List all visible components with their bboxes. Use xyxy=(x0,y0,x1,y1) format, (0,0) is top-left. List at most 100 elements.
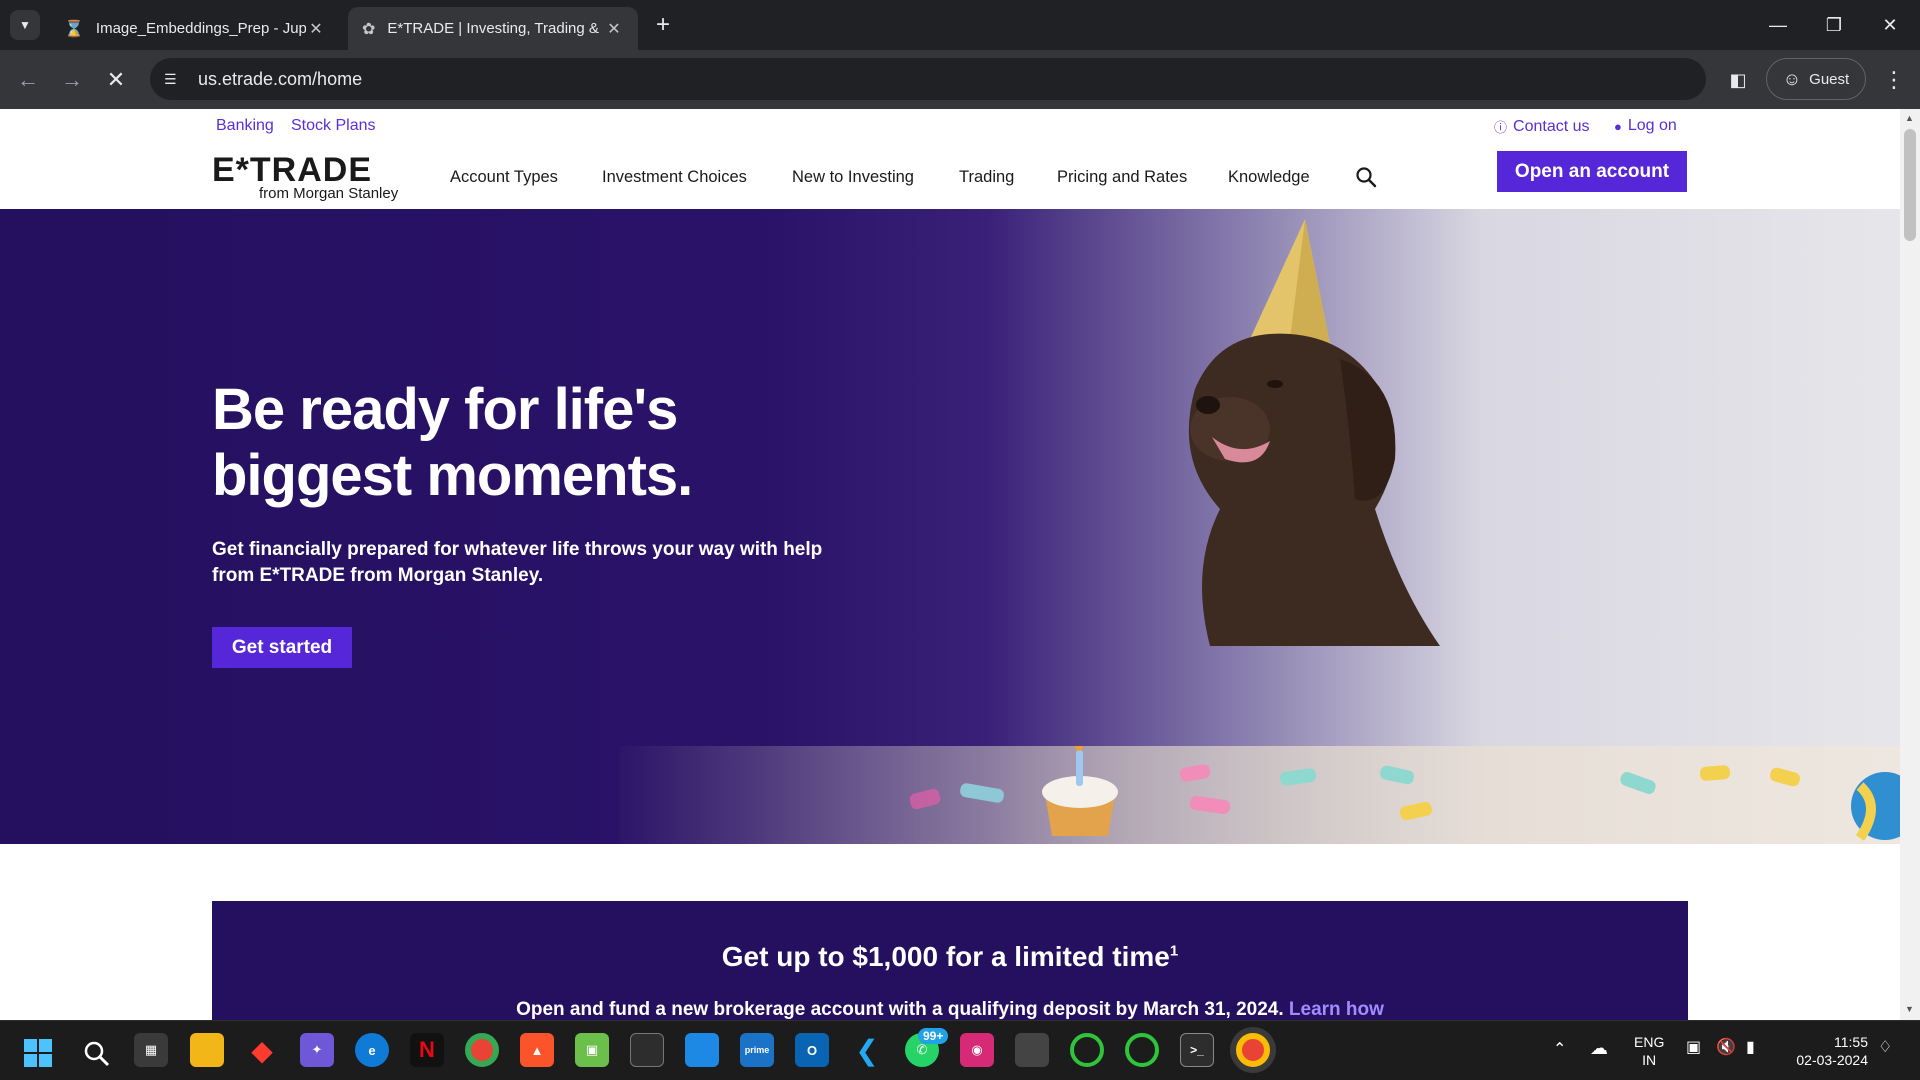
time-label: 11:55 xyxy=(1834,1034,1868,1050)
close-icon[interactable]: ✕ xyxy=(604,19,624,39)
prime-video-icon[interactable]: prime xyxy=(740,1033,774,1067)
hero-title: Be ready for life's biggest moments. xyxy=(212,377,693,509)
learn-how-link[interactable]: Learn how xyxy=(1289,999,1384,1020)
restore-button[interactable]: ❐ xyxy=(1806,0,1862,50)
stop-loading-button[interactable]: ✕ xyxy=(100,64,132,96)
banking-link[interactable]: Banking xyxy=(216,117,274,135)
nav-account-types[interactable]: Account Types xyxy=(450,168,558,187)
close-window-button[interactable]: ✕ xyxy=(1862,0,1918,50)
minimize-button[interactable]: — xyxy=(1750,0,1806,50)
open-account-button[interactable]: Open an account xyxy=(1497,151,1687,192)
microsoft-store-icon[interactable]: ▦ xyxy=(134,1033,168,1067)
menu-button[interactable]: ⋮ xyxy=(1878,64,1910,96)
url-input[interactable] xyxy=(198,68,1598,90)
command-prompt-icon[interactable]: >_ xyxy=(1180,1033,1214,1067)
volume-muted-icon[interactable]: 🔇 xyxy=(1716,1039,1736,1057)
scrollbar-thumb[interactable] xyxy=(1904,129,1916,241)
get-started-button[interactable]: Get started xyxy=(212,627,352,668)
onedrive-icon[interactable]: ☁ xyxy=(1590,1039,1608,1057)
user-circle-icon: ☺ xyxy=(1782,68,1802,89)
minimize-icon: — xyxy=(1769,14,1787,35)
scroll-up-icon[interactable]: ▲ xyxy=(1905,113,1914,123)
search-icon[interactable] xyxy=(82,1039,110,1067)
log-on-link[interactable]: ● Log on xyxy=(1614,117,1677,135)
chevron-down-icon: ▼ xyxy=(19,18,31,32)
chrome-icon[interactable] xyxy=(465,1033,499,1067)
image-viewer-icon[interactable]: ▣ xyxy=(575,1033,609,1067)
hero-title-line-2: biggest moments. xyxy=(212,443,693,508)
vscode-icon[interactable]: ❮ xyxy=(850,1033,884,1067)
close-icon: ✕ xyxy=(106,67,126,92)
stock-plans-link[interactable]: Stock Plans xyxy=(291,117,375,135)
clock[interactable]: 11:55 02-03-2024 xyxy=(1788,1033,1868,1069)
promo-banner: Get up to $1,000 for a limited time1 Ope… xyxy=(212,901,1688,1020)
help-circle-icon: ⓘ xyxy=(1494,120,1508,135)
promo-body: Open and fund a new brokerage account wi… xyxy=(212,999,1688,1020)
footnote-marker[interactable]: 1 xyxy=(1170,943,1178,960)
arrow-left-icon: ← xyxy=(17,67,39,92)
region-label: IN xyxy=(1642,1052,1657,1068)
promo-title: Get up to $1,000 for a limited time1 xyxy=(212,941,1688,973)
terminal-icon[interactable] xyxy=(630,1033,664,1067)
brave-icon[interactable]: ▲ xyxy=(520,1033,554,1067)
profile-button[interactable]: ☺ Guest xyxy=(1766,58,1866,100)
page-scrollbar[interactable]: ▲ ▼ xyxy=(1900,109,1920,1020)
log-on-label: Log on xyxy=(1627,117,1677,134)
date-label: 02-03-2024 xyxy=(1796,1052,1868,1068)
chrome-active-icon[interactable] xyxy=(1236,1033,1270,1067)
notification-badge: 99+ xyxy=(918,1028,949,1044)
window-icon[interactable] xyxy=(1015,1033,1049,1067)
address-bar[interactable]: ☰ xyxy=(150,58,1706,100)
close-icon: ✕ xyxy=(1882,14,1898,35)
tab-search-button[interactable]: ▼ xyxy=(10,10,40,40)
logo-subtitle: from Morgan Stanley xyxy=(259,185,399,202)
profile-label: Guest xyxy=(1809,70,1850,88)
hourglass-icon: ⌛ xyxy=(64,20,84,38)
restore-icon: ❐ xyxy=(1825,14,1843,35)
netflix-icon[interactable]: N xyxy=(410,1033,444,1067)
user-icon: ● xyxy=(1614,118,1622,134)
network-icon[interactable]: ▣ xyxy=(1686,1039,1701,1057)
browser-tab-strip: ▼ ⌛ Image_Embeddings_Prep - Jupyter ✕ ✿ … xyxy=(0,0,1920,50)
tab-etrade[interactable]: ✿ E*TRADE | Investing, Trading & Retirem… xyxy=(348,7,638,50)
windows-start-icon[interactable] xyxy=(24,1039,52,1067)
battery-icon[interactable]: ▮ xyxy=(1746,1039,1755,1057)
forward-button[interactable]: → xyxy=(56,64,88,96)
tab-jupyter[interactable]: ⌛ Image_Embeddings_Prep - Jupyter ✕ xyxy=(50,7,340,50)
instagram-icon[interactable]: ◉ xyxy=(960,1033,994,1067)
search-icon[interactable] xyxy=(1354,165,1378,189)
back-button[interactable]: ← xyxy=(12,64,44,96)
anydesk-icon[interactable]: ◆ xyxy=(245,1033,279,1067)
nav-investment-choices[interactable]: Investment Choices xyxy=(602,168,747,187)
hero-title-line-1: Be ready for life's xyxy=(212,377,678,442)
scroll-down-icon[interactable]: ▼ xyxy=(1905,1004,1914,1014)
outlook-icon[interactable]: O xyxy=(795,1033,829,1067)
edge-icon[interactable]: e xyxy=(355,1033,389,1067)
notifications-bell-icon[interactable]: ♢ xyxy=(1878,1039,1892,1057)
close-icon[interactable]: ✕ xyxy=(306,19,326,39)
contact-us-link[interactable]: ⓘ Contact us xyxy=(1494,117,1590,136)
windows-taskbar: ▦ ◆ ✦ e N ▲ ▣ prime O ❮ ✆ 99+ ◉ >_ ⌃ ☁ E… xyxy=(0,1020,1920,1080)
nav-new-to-investing[interactable]: New to Investing xyxy=(792,168,914,187)
tab-title: Image_Embeddings_Prep - Jupyter xyxy=(95,20,306,37)
side-panel-button[interactable]: ◧ xyxy=(1722,64,1754,96)
plus-icon: + xyxy=(655,11,670,38)
etrade-favicon-icon: ✿ xyxy=(362,20,376,38)
page-viewport: Banking Stock Plans ⓘ Contact us ● Log o… xyxy=(0,109,1900,1020)
app-ring-icon[interactable] xyxy=(1070,1033,1104,1067)
nav-trading[interactable]: Trading xyxy=(959,168,1014,187)
new-tab-button[interactable]: + xyxy=(648,10,678,40)
site-settings-icon[interactable]: ☰ xyxy=(164,71,186,88)
copilot-icon[interactable]: ✦ xyxy=(300,1033,334,1067)
language-indicator[interactable]: ENG IN xyxy=(1634,1033,1664,1069)
app-ring-icon-2[interactable] xyxy=(1125,1033,1159,1067)
kebab-menu-icon: ⋮ xyxy=(1883,67,1905,92)
app-icon[interactable] xyxy=(685,1033,719,1067)
nav-knowledge[interactable]: Knowledge xyxy=(1228,168,1310,187)
language-label: ENG xyxy=(1634,1034,1665,1050)
tab-title: E*TRADE | Investing, Trading & Retiremen… xyxy=(387,20,604,37)
file-explorer-icon[interactable] xyxy=(190,1033,224,1067)
hero-banner: Be ready for life's biggest moments. Get… xyxy=(0,209,1900,844)
chevron-up-icon[interactable]: ⌃ xyxy=(1553,1041,1566,1059)
nav-pricing-and-rates[interactable]: Pricing and Rates xyxy=(1057,168,1187,187)
